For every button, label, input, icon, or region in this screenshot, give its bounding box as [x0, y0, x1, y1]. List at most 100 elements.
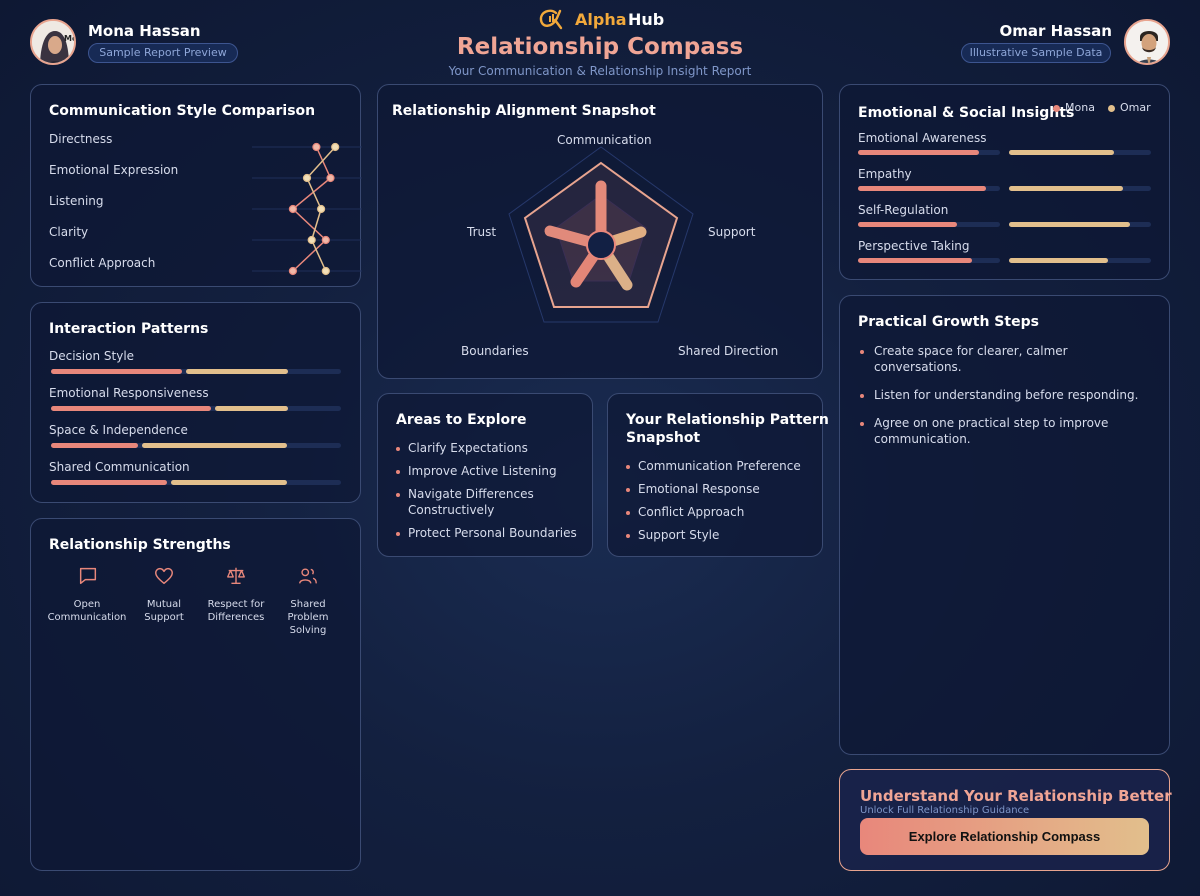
- interaction-label: Decision Style: [49, 349, 135, 363]
- strength-label-line: Communication: [47, 612, 127, 623]
- brand-name-alpha: Alpha: [575, 10, 627, 29]
- emotional-bar-mona: [858, 150, 979, 155]
- cta-subtitle: Unlock Full Relationship Guidance: [860, 805, 1030, 816]
- comm-style-label: Listening: [49, 194, 104, 208]
- brand-name-hub: Hub: [628, 10, 665, 29]
- interaction-bar-omar: [215, 406, 288, 411]
- communication-style-chart: [252, 142, 362, 276]
- list-item: Communication Preference: [626, 458, 816, 474]
- alpha-logo-icon: [539, 9, 563, 30]
- growth-steps-card: Practical Growth Steps Create space for …: [839, 295, 1170, 755]
- comm-mona-point: [312, 142, 321, 152]
- alignment-snapshot-card: Relationship Alignment Snapshot Communic…: [377, 84, 823, 379]
- left-user-name: Mona Hassan: [88, 22, 201, 40]
- strength-label-line: Respect for: [207, 599, 265, 610]
- strength-label-line: Solving: [289, 625, 327, 636]
- comm-style-label: Conflict Approach: [49, 256, 156, 270]
- strength-label-line: Differences: [207, 612, 265, 623]
- comm-omar-point: [302, 173, 312, 183]
- strength-mutual-support: Mutual Support: [124, 598, 204, 624]
- emotional-bar-mona: [858, 258, 972, 263]
- interaction-label: Space & Independence: [49, 423, 188, 437]
- chat-bubble-icon: [79, 567, 97, 585]
- strength-label-line: Open: [73, 599, 101, 610]
- legend-mona-dot: [1053, 105, 1060, 112]
- relationship-strengths-title: Relationship Strengths: [49, 537, 231, 553]
- interaction-bar-mona: [51, 369, 182, 374]
- areas-to-explore-title: Areas to Explore: [396, 412, 527, 428]
- strength-respect-differences: Respect for Differences: [196, 598, 276, 624]
- list-item: Conflict Approach: [626, 504, 816, 520]
- explore-compass-button[interactable]: Explore Relationship Compass: [860, 818, 1149, 855]
- comm-omar-point: [316, 204, 326, 214]
- legend-omar-label: Omar: [1120, 101, 1151, 114]
- interaction-bar-mona: [51, 443, 138, 448]
- comm-style-label: Emotional Expression: [49, 163, 179, 177]
- radar-label-trust: Trust: [467, 225, 497, 239]
- emotional-bar-omar: [1009, 222, 1130, 227]
- list-item: Listen for understanding before respondi…: [860, 387, 1150, 403]
- comm-mona-point: [288, 204, 298, 214]
- comm-mona-point: [326, 173, 335, 183]
- strength-open-communication: Open Communication: [37, 598, 137, 624]
- communication-style-card: Communication Style Comparison Directnes…: [30, 84, 362, 287]
- cta-title: Understand Your Relationship Better: [860, 787, 1172, 805]
- strength-label-line: Shared: [290, 599, 326, 610]
- areas-list: Clarify Expectations Improve Active List…: [396, 440, 586, 541]
- legend-omar-dot: [1108, 105, 1115, 112]
- left-avatar: Mo: [30, 19, 76, 65]
- comm-omar-point: [307, 235, 316, 245]
- communication-style-title: Communication Style Comparison: [49, 103, 316, 119]
- emotional-bar-omar: [1009, 150, 1114, 155]
- interaction-bar-omar: [142, 443, 287, 448]
- areas-to-explore-card: Areas to Explore Clarify Expectations Im…: [377, 393, 593, 557]
- strength-shared-problem-solving: Shared Problem Solving: [268, 598, 348, 637]
- right-avatar: [1124, 19, 1170, 65]
- sample-report-badge: Sample Report Preview: [88, 43, 238, 63]
- radar-label-communication: Communication: [557, 133, 652, 147]
- comm-omar-point: [331, 142, 340, 152]
- list-item: Clarify Expectations: [396, 440, 586, 456]
- brand-logo: Alpha Hub: [538, 6, 678, 32]
- list-item: Support Style: [626, 527, 816, 543]
- interaction-bar-mona: [51, 480, 167, 485]
- interaction-bar-omar: [186, 369, 288, 374]
- radar-label-support: Support: [708, 225, 756, 239]
- radar-label-boundaries: Boundaries: [461, 344, 529, 358]
- balance-scale-icon: [227, 567, 245, 585]
- emotional-label: Empathy: [858, 167, 912, 181]
- comm-style-label: Clarity: [49, 225, 89, 239]
- interaction-patterns-card: Interaction Patterns Decision Style Emoti…: [30, 302, 361, 503]
- avatar-overlay-text: Mo: [64, 34, 74, 43]
- emotional-bar-omar: [1009, 186, 1123, 191]
- page-title: Relationship Compass: [456, 34, 744, 60]
- strength-label-line: Problem: [287, 612, 329, 623]
- interaction-label: Shared Communication: [49, 460, 190, 474]
- right-user-name: Omar Hassan: [999, 22, 1112, 40]
- emotional-bar-mona: [858, 186, 986, 191]
- emotional-label: Emotional Awareness: [858, 131, 987, 145]
- list-item: Agree on one practical step to improve c…: [860, 415, 1110, 447]
- emotional-bar-mona: [858, 222, 957, 227]
- pattern-snapshot-title-line2: Snapshot: [626, 430, 701, 446]
- interaction-bar-omar: [171, 480, 287, 485]
- emotional-label: Self-Regulation: [858, 203, 949, 217]
- people-icon: [299, 568, 317, 584]
- growth-steps-title: Practical Growth Steps: [858, 314, 1039, 330]
- comm-mona-point: [288, 266, 298, 276]
- illustrative-data-badge: Illustrative Sample Data: [961, 43, 1111, 63]
- list-item: Navigate Differences Constructively: [396, 486, 546, 518]
- emotional-social-title: Emotional & Social Insights: [858, 105, 1075, 121]
- person-hijab-icon: [32, 21, 74, 63]
- interaction-bar-mona: [51, 406, 211, 411]
- alignment-radar-chart: [508, 146, 694, 323]
- pattern-snapshot-card: Your Relationship Pattern Snapshot Commu…: [607, 393, 829, 557]
- comm-mona-point: [321, 235, 330, 245]
- page-subtitle: Your Communication & Relationship Insigh…: [448, 64, 752, 78]
- comm-style-label: Directness: [49, 132, 113, 146]
- heart-icon: [155, 567, 173, 585]
- radar-label-shared-direction: Shared Direction: [678, 344, 779, 358]
- comm-omar-point: [321, 266, 330, 276]
- list-item: Improve Active Listening: [396, 463, 586, 479]
- cta-card: Understand Your Relationship Better Unlo…: [839, 769, 1172, 871]
